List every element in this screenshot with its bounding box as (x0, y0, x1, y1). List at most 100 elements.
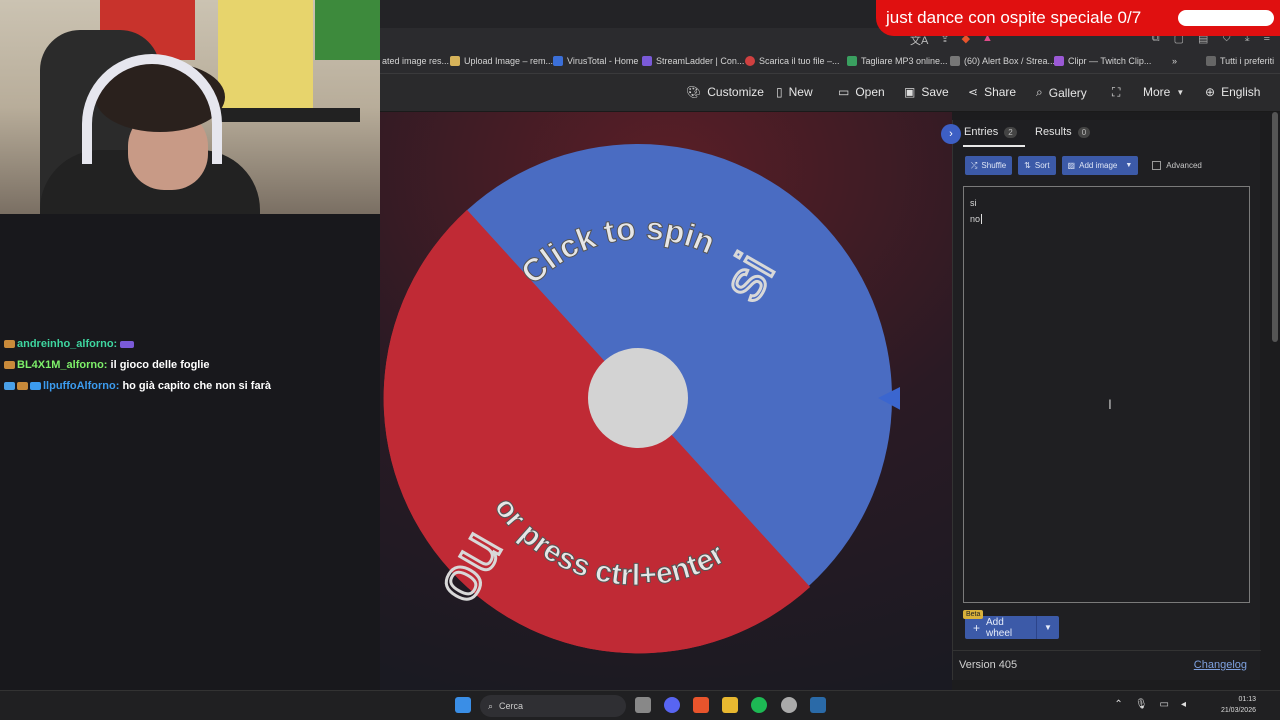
sort-icon: ⇅ (1024, 161, 1031, 170)
bookmark-favicon-icon (847, 56, 857, 66)
text-caret (981, 214, 983, 224)
bookmark-item[interactable]: Scarica il tuo file –... (745, 56, 840, 66)
save-button[interactable]: ▣ Save (904, 85, 949, 99)
bookmark-label: VirusTotal - Home (567, 56, 639, 66)
chat-badge-icon (4, 340, 15, 349)
bookmark-favicon-icon (642, 56, 652, 66)
chat-message: andreinho_alforno: (4, 334, 271, 355)
spotify-icon[interactable] (751, 697, 767, 713)
new-label: New (788, 85, 813, 99)
more-button[interactable]: More ▼ (1143, 85, 1184, 99)
tray-chevron-up-icon[interactable]: ⌃ (1114, 699, 1122, 710)
bookmarks-overflow-chevron-icon[interactable]: » (1172, 56, 1177, 66)
bookmark-label: Upload Image – rem... (464, 56, 554, 66)
entry-line-text: no (970, 214, 981, 224)
plus-icon: + (973, 620, 981, 635)
chat-message: BL4X1M_alforno: il gioco delle foglie (4, 355, 271, 376)
share-icon: ⋖ (968, 85, 979, 99)
caret-down-icon: ▼ (1125, 162, 1133, 169)
microphone-icon[interactable]: 🎙︎ (1135, 699, 1148, 710)
stream-goal-text: just dance con ospite speciale 0/7 (886, 8, 1142, 27)
shuffle-icon: ⤮ (971, 160, 978, 170)
image-icon: ▨ (1067, 161, 1076, 170)
new-button[interactable]: ▯ New (776, 85, 813, 99)
bookmark-item[interactable]: Upload Image – rem... (450, 56, 553, 66)
volume-icon[interactable]: ◂ (1181, 699, 1186, 710)
beta-badge: Beta (963, 610, 984, 619)
brave-browser-icon[interactable] (693, 697, 709, 713)
share-button[interactable]: ⋖ Share (968, 85, 1016, 99)
bookmark-label: Tagliare MP3 online... (861, 56, 948, 66)
customize-button[interactable]: 🎨︎ Customize (686, 85, 764, 99)
add-wheel-label: Add wheel (986, 616, 1013, 639)
open-button[interactable]: ▭ Open (838, 85, 885, 99)
keyboard-shelf (220, 108, 360, 122)
changelog-link[interactable]: Changelog (1194, 659, 1247, 671)
bookmark-label: ated image res... (382, 56, 450, 66)
task-view-icon[interactable] (635, 697, 651, 713)
file-explorer-icon[interactable] (722, 697, 738, 713)
entries-actions: ⤮ Shuffle ⇅ Sort ▨ Add image ▼ Advanced (965, 156, 1202, 175)
text-cursor-icon: I (1108, 396, 1112, 412)
bookmark-label: (60) Alert Box / Strea... (964, 56, 1056, 66)
collapse-panel-chevron-icon[interactable]: › (941, 124, 961, 144)
spin-wheel[interactable]: si no Click to spin or press ctrl+enter (380, 140, 900, 660)
entries-count-badge: 2 (1004, 126, 1017, 138)
gallery-button[interactable]: ⌕ Gallery (1036, 85, 1087, 100)
search-icon: ⌕ (488, 700, 494, 711)
checkbox-box[interactable] (1152, 161, 1162, 170)
caret-down-icon: ▼ (1176, 87, 1185, 97)
entry-line: si (970, 198, 977, 208)
steam-icon[interactable] (810, 697, 826, 713)
wheel-hub[interactable] (588, 348, 688, 448)
bookmark-item[interactable]: ated image res... (382, 56, 449, 66)
chat-username: andreinho_alforno: (17, 338, 118, 350)
chat-message: llpuffoAlforno: ho già capito che non si… (4, 376, 271, 397)
bookmark-item[interactable]: (60) Alert Box / Strea... (950, 56, 1055, 66)
bookmark-favicon-icon (745, 56, 755, 66)
bookmark-label: Tutti i preferiti (1220, 56, 1275, 66)
bookmark-item[interactable]: StreamLadder | Con... (642, 56, 744, 66)
stream-goal-progress-bar (1178, 10, 1274, 26)
network-icon[interactable]: ▭ (1160, 699, 1169, 710)
add-wheel-dropdown-caret-icon[interactable]: ▼ (1037, 623, 1059, 632)
discord-icon[interactable] (664, 697, 680, 713)
bookmark-item[interactable]: Tutti i preferiti (1206, 56, 1274, 66)
bookmark-favicon-icon (450, 56, 460, 66)
entries-textarea[interactable]: si no (963, 186, 1250, 603)
windows-taskbar: ⌕ Cerca ⌃ 🎙︎ ▭ ◂ 01:13 21/03/2026 (0, 690, 1280, 720)
webcam-feed (0, 0, 380, 214)
bookmark-item[interactable]: Clipr — Twitch Clip... (1054, 56, 1151, 66)
bookmark-item[interactable]: VirusTotal - Home (553, 56, 638, 66)
shuffle-button[interactable]: ⤮ Shuffle (965, 156, 1013, 175)
system-tray: ⌃ 🎙︎ ▭ ◂ (1114, 699, 1186, 710)
open-label: Open (855, 85, 885, 99)
bookmark-favicon-icon (950, 56, 960, 66)
sort-button[interactable]: ⇅ Sort (1018, 156, 1056, 175)
bookmark-item[interactable]: Tagliare MP3 online... (847, 56, 948, 66)
page-scrollbar[interactable] (1272, 112, 1278, 342)
advanced-checkbox[interactable]: Advanced (1152, 161, 1202, 170)
active-tab-indicator (963, 145, 1025, 147)
start-windows-icon[interactable] (455, 697, 471, 713)
taskbar-search[interactable]: ⌕ Cerca (480, 695, 626, 717)
tab-entries[interactable]: Entries 2 (964, 126, 1017, 138)
bookmark-label: Clipr — Twitch Clip... (1068, 56, 1152, 66)
minions-poster (218, 0, 313, 110)
chat-text: il gioco delle foglie (110, 359, 210, 371)
language-button[interactable]: ⊕ English (1205, 85, 1260, 99)
customize-label: Customize (707, 85, 764, 99)
add-image-button[interactable]: ▨ Add image ▼ (1061, 156, 1139, 175)
save-label: Save (921, 85, 949, 99)
add-wheel-main[interactable]: + Add wheel (965, 616, 1037, 639)
chat-username: llpuffoAlforno: (43, 380, 120, 392)
taskbar-search-label: Cerca (499, 701, 524, 711)
tab-results[interactable]: Results 0 (1035, 126, 1091, 138)
tab-results-label: Results (1035, 126, 1072, 138)
clock-date: 21/03/2026 (1220, 707, 1256, 714)
add-wheel-button[interactable]: + Add wheel ▼ (965, 616, 1059, 639)
fullscreen-button[interactable]: ⛶ (1112, 85, 1120, 100)
taskbar-clock[interactable]: 01:13 21/03/2026 (1221, 694, 1256, 716)
obs-icon[interactable] (781, 697, 797, 713)
fullscreen-icon: ⛶ (1112, 85, 1121, 99)
